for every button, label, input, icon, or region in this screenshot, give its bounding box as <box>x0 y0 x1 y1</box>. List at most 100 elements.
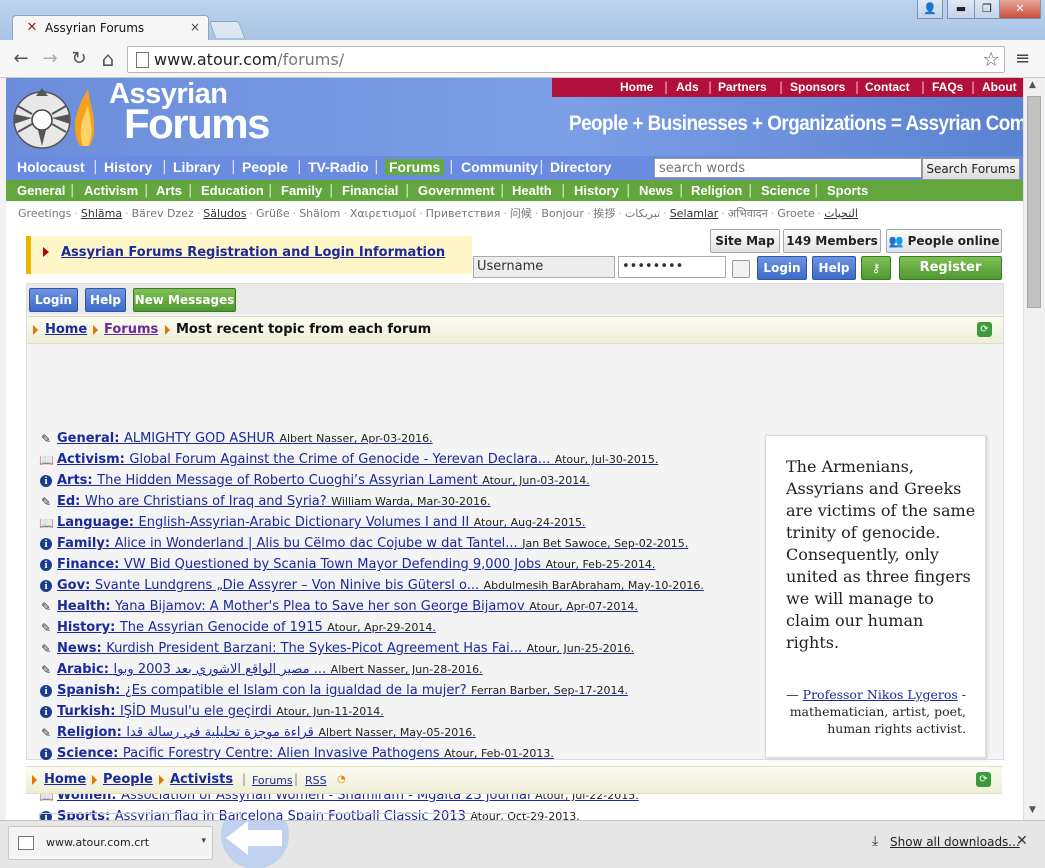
category-family[interactable]: Family <box>281 183 322 198</box>
topic-forum-name[interactable]: Science: <box>57 746 118 761</box>
home-icon[interactable]: ⌂ <box>97 48 119 70</box>
topic-forum-name[interactable]: Language: <box>57 515 134 530</box>
topic-forum-link[interactable]: Finance: VW Bid Questioned by Scania Tow… <box>57 557 655 572</box>
topic-forum-link[interactable]: News: Kurdish President Barzani: The Syk… <box>57 641 634 656</box>
close-download-bar-icon[interactable]: ✕ <box>1016 833 1028 849</box>
register-button[interactable]: Register <box>899 256 1002 280</box>
topic-forum-link[interactable]: Family: Alice in Wonderland | Alis bu Cë… <box>57 536 688 551</box>
reload-icon[interactable]: ↻ <box>68 48 90 70</box>
main-nav-tv-radio[interactable]: TV-Radio <box>308 159 369 175</box>
topic-title-link[interactable]: Svante Lundgrens „Die Assyrer – Von Nini… <box>95 578 479 593</box>
site-map-button[interactable]: Site Map <box>710 229 780 253</box>
topic-title-link[interactable]: ¿Es compatible el Islam con la igualdad … <box>125 683 467 698</box>
refresh-icon[interactable]: ⟳ <box>977 322 992 337</box>
topic-forum-name[interactable]: Religion: <box>57 725 122 740</box>
people-online-button[interactable]: 👥 People online <box>886 229 1002 253</box>
main-nav-forums[interactable]: Forums <box>385 159 445 175</box>
main-nav-directory[interactable]: Directory <box>550 159 611 175</box>
category-sports[interactable]: Sports <box>827 183 868 198</box>
topic-forum-name[interactable]: Turkish: <box>57 704 115 719</box>
topic-forum-name[interactable]: Ed: <box>57 494 80 509</box>
topic-forum-link[interactable]: History: The Assyrian Genocide of 1915 A… <box>57 620 436 635</box>
quote-author-link[interactable]: Professor Nikos Lygeros <box>803 687 958 702</box>
breadcrumb-activists[interactable]: Activists <box>170 772 233 787</box>
breadcrumb-home[interactable]: Home <box>45 322 87 337</box>
topic-title-link[interactable]: Global Forum Against the Crime of Genoci… <box>129 452 550 467</box>
header-login-button[interactable]: Login <box>757 256 807 280</box>
bookmark-star-icon[interactable]: ☆ <box>982 47 1000 71</box>
greeting-item[interactable]: Selamlar <box>670 207 719 220</box>
top-nav-partners[interactable]: Partners <box>718 80 767 94</box>
password-field[interactable]: •••••••• <box>618 256 726 278</box>
category-financial[interactable]: Financial <box>342 183 398 198</box>
topic-title-link[interactable]: Pacific Forestry Centre: Alien Invasive … <box>123 746 440 761</box>
topic-forum-name[interactable]: Gov: <box>57 578 90 593</box>
address-bar[interactable]: www.atour.com/forums/ ☆ <box>127 46 1005 73</box>
topic-forum-name[interactable]: History: <box>57 620 115 635</box>
topic-title-link[interactable]: Yana Bijamov: A Mother's Plea to Save he… <box>115 599 525 614</box>
back-icon[interactable]: ← <box>10 48 32 70</box>
key-icon[interactable]: ⚷ <box>861 256 891 280</box>
top-nav-ads[interactable]: Ads <box>676 80 699 94</box>
category-activism[interactable]: Activism <box>84 183 138 198</box>
breadcrumb-people[interactable]: People <box>103 772 153 787</box>
topic-forum-link[interactable]: Science: Pacific Forestry Centre: Alien … <box>57 746 554 761</box>
topic-title-link[interactable]: IŞİD Musul'u ele geçirdi <box>120 704 272 719</box>
scrollbar-thumb[interactable] <box>1027 96 1041 308</box>
top-nav-contact[interactable]: Contact <box>865 80 910 94</box>
topic-title-link[interactable]: مصير الواقع الاشوري بعد 2003 وبوا ... <box>113 662 326 677</box>
topic-forum-link[interactable]: Health: Yana Bijamov: A Mother's Plea to… <box>57 599 638 614</box>
topic-forum-link[interactable]: Language: English-Assyrian-Arabic Dictio… <box>57 515 586 530</box>
rss-icon[interactable]: ◔ <box>337 775 347 785</box>
topic-forum-link[interactable]: General: ALMIGHTY GOD ASHUR Albert Nasse… <box>57 431 433 446</box>
category-health[interactable]: Health <box>512 183 552 198</box>
greeting-item[interactable]: Säludos <box>203 207 246 220</box>
category-science[interactable]: Science <box>761 183 810 198</box>
forums-link[interactable]: Forums <box>252 774 293 787</box>
search-forums-button[interactable]: Search Forums <box>922 158 1020 180</box>
username-field[interactable]: Username <box>473 256 615 278</box>
category-education[interactable]: Education <box>201 183 264 198</box>
topic-forum-name[interactable]: Arabic: <box>57 662 109 677</box>
topic-forum-link[interactable]: Ed: Who are Christians of Iraq and Syria… <box>57 494 490 509</box>
registration-info-link[interactable]: Assyrian Forums Registration and Login I… <box>61 245 445 260</box>
topic-forum-name[interactable]: Family: <box>57 536 110 551</box>
logo-text-forums[interactable]: Forums <box>124 100 271 148</box>
panel-help-button[interactable]: Help <box>85 288 126 312</box>
tab-close-icon[interactable]: × <box>190 20 200 34</box>
assyrian-emblem-logo-icon[interactable] <box>10 84 94 150</box>
topic-forum-name[interactable]: General: <box>57 431 119 446</box>
browser-menu-icon[interactable]: ≡ <box>1015 48 1030 69</box>
main-nav-holocaust[interactable]: Holocaust <box>17 159 85 175</box>
new-tab-button[interactable] <box>208 21 246 38</box>
top-nav-sponsors[interactable]: Sponsors <box>790 80 845 94</box>
top-nav-faqs[interactable]: FAQs <box>932 80 963 94</box>
forward-icon[interactable]: → <box>39 48 61 70</box>
download-item[interactable]: www.atour.com.crt ▾ <box>8 826 213 860</box>
topic-title-link[interactable]: VW Bid Questioned by Scania Town Mayor D… <box>124 557 541 572</box>
refresh-icon[interactable]: ⟳ <box>976 772 991 787</box>
topic-forum-link[interactable]: Arabic: مصير الواقع الاشوري بعد 2003 وبو… <box>57 662 483 677</box>
main-nav-history[interactable]: History <box>104 159 152 175</box>
close-window-button[interactable]: ✕ <box>999 0 1041 19</box>
browser-tab[interactable]: ✕ Assyrian Forums × <box>12 15 209 41</box>
topic-forum-name[interactable]: Finance: <box>57 557 119 572</box>
topic-title-link[interactable]: Kurdish President Barzani: The Sykes-Pic… <box>106 641 522 656</box>
topic-forum-name[interactable]: News: <box>57 641 102 656</box>
minimize-button[interactable]: ▬ <box>947 0 975 19</box>
topic-forum-link[interactable]: Spanish: ¿Es compatible el Islam con la … <box>57 683 628 698</box>
topic-forum-link[interactable]: Arts: The Hidden Message of Roberto Cuog… <box>57 473 590 488</box>
header-help-button[interactable]: Help <box>812 256 856 280</box>
remember-me-checkbox[interactable] <box>732 260 750 278</box>
topic-forum-name[interactable]: Health: <box>57 599 111 614</box>
category-history[interactable]: History <box>574 183 619 198</box>
category-arts[interactable]: Arts <box>156 183 182 198</box>
category-news[interactable]: News <box>639 183 673 198</box>
main-nav-people[interactable]: People <box>242 159 288 175</box>
topic-title-link[interactable]: ALMIGHTY GOD ASHUR <box>124 431 275 446</box>
topic-title-link[interactable]: Who are Christians of Iraq and Syria? <box>85 494 327 509</box>
category-government[interactable]: Government <box>418 183 495 198</box>
topic-forum-link[interactable]: Activism: Global Forum Against the Crime… <box>57 452 658 467</box>
breadcrumb-forums[interactable]: Forums <box>104 322 158 337</box>
topic-forum-name[interactable]: Activism: <box>57 452 125 467</box>
